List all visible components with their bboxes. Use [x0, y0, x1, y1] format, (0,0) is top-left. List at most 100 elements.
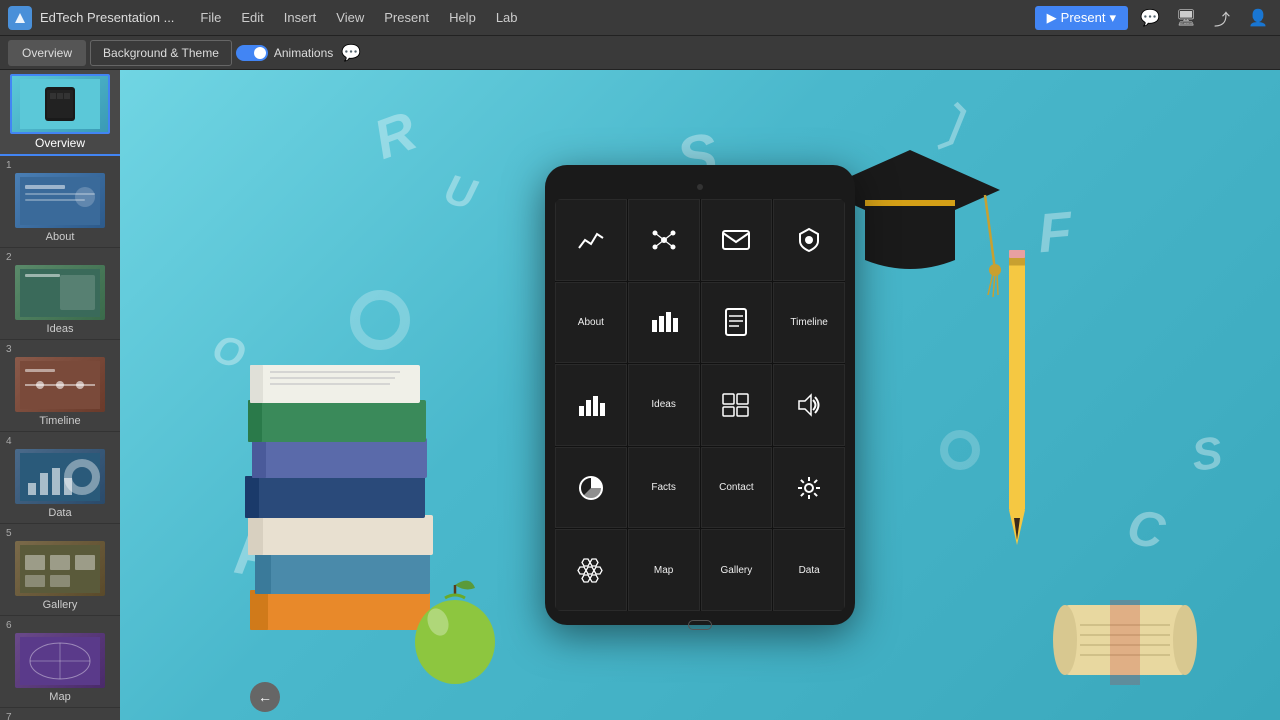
tablet-cell-icon-shield[interactable] — [773, 199, 845, 281]
topbar-right: ▶ Present ▾ 💬 🖥 ⤴ 👤 — [1035, 4, 1272, 32]
tablet-cell-data[interactable]: Data — [773, 529, 845, 611]
tablet-cell-ideas[interactable]: Ideas — [628, 364, 700, 446]
tablet-cell-bar2[interactable] — [555, 364, 627, 446]
overview-thumb — [10, 74, 110, 134]
tablet-facts-label: Facts — [651, 482, 675, 493]
tablet-timeline-label: Timeline — [790, 317, 827, 328]
deco-letter-u: U — [439, 164, 481, 218]
toolbar: Overview Background & Theme Animations 💬 — [0, 36, 1280, 70]
tablet-home-button[interactable] — [688, 620, 712, 630]
tablet-ideas-label: Ideas — [651, 399, 675, 410]
tablet-contact-label: Contact — [719, 482, 753, 493]
deco-ring-2 — [940, 430, 980, 470]
overview-label: Overview — [35, 136, 85, 150]
tablet-cell-icon-chart[interactable] — [555, 199, 627, 281]
slide-num-6: 6 — [6, 620, 12, 631]
sidebar-item-about[interactable]: 1 About — [0, 156, 120, 248]
share-icon[interactable]: ⤴ — [1208, 4, 1236, 32]
menu-insert[interactable]: Insert — [274, 0, 327, 36]
sidebar-item-facts[interactable]: 7 Facts — [0, 708, 120, 720]
tablet-cell-bar[interactable] — [628, 282, 700, 364]
deco-letter-r: R — [365, 98, 424, 172]
animations-toggle[interactable]: Animations — [236, 45, 333, 61]
top-bar: EdTech Presentation ... File Edit Insert… — [0, 0, 1280, 36]
toggle-switch[interactable] — [236, 45, 268, 61]
tablet-data-label: Data — [799, 565, 820, 576]
menu-lab[interactable]: Lab — [486, 0, 528, 36]
present-button[interactable]: ▶ Present ▾ — [1035, 6, 1128, 30]
deco-letter-s-right: S — [1189, 426, 1226, 482]
menu-edit[interactable]: Edit — [231, 0, 273, 36]
tablet-cell-grid[interactable] — [701, 364, 773, 446]
tablet-cell-contact[interactable]: Contact — [701, 447, 773, 529]
slide-num-5: 5 — [6, 528, 12, 539]
sidebar-item-timeline[interactable]: 3 Timeline — [0, 340, 120, 432]
sidebar: Overview 1 About 2 — [0, 70, 120, 720]
tablet-cell-about[interactable]: About — [555, 282, 627, 364]
tab-overview[interactable]: Overview — [8, 40, 86, 66]
animations-label: Animations — [274, 46, 333, 60]
tablet-cell-gear[interactable] — [773, 447, 845, 529]
tab-background[interactable]: Background & Theme — [90, 40, 232, 66]
main-area: Overview 1 About 2 — [0, 70, 1280, 720]
slide-thumb-about — [15, 173, 105, 228]
slide-num-7: 7 — [6, 712, 12, 720]
deco-letter-c: C — [1122, 496, 1169, 560]
slide-label-about: About — [46, 231, 75, 243]
tablet-cell-doc[interactable] — [701, 282, 773, 364]
menu-present[interactable]: Present — [374, 0, 439, 36]
slide-thumb-map — [15, 633, 105, 688]
sidebar-item-data[interactable]: 4 Data — [0, 432, 120, 524]
tablet-device: About — [545, 165, 855, 625]
content-area: R U S 〕 F P R C S O — [120, 70, 1280, 720]
tablet-cell-map[interactable]: Map — [628, 529, 700, 611]
pencil-decoration — [1005, 250, 1025, 530]
tablet-home — [555, 615, 845, 635]
tablet-camera — [697, 184, 703, 190]
slide-thumb-ideas — [15, 265, 105, 320]
back-button[interactable]: ← — [250, 682, 280, 712]
tablet-screen: About — [555, 199, 845, 611]
sidebar-item-gallery[interactable]: 5 Gallery — [0, 524, 120, 616]
user-icon[interactable]: 👤 — [1244, 4, 1272, 32]
tablet-cell-timeline[interactable]: Timeline — [773, 282, 845, 364]
menu-help[interactable]: Help — [439, 0, 486, 36]
slide-label-ideas: Ideas — [47, 323, 74, 335]
tablet-about-label: About — [578, 317, 604, 328]
tablet-cell-icon-network[interactable] — [628, 199, 700, 281]
slide-label-gallery: Gallery — [43, 599, 78, 611]
toolbar-comment-icon[interactable]: 💬 — [341, 43, 361, 63]
tablet-cell-facts[interactable]: Facts — [628, 447, 700, 529]
sidebar-item-ideas[interactable]: 2 Ideas — [0, 248, 120, 340]
apple-decoration — [400, 570, 500, 680]
sidebar-item-overview[interactable]: Overview — [0, 70, 120, 156]
tablet-cell-pie[interactable] — [555, 447, 627, 529]
slide-label-timeline: Timeline — [39, 415, 80, 427]
slide-thumb-data — [15, 449, 105, 504]
diploma-decoration — [1050, 590, 1180, 680]
slide-label-data: Data — [48, 507, 71, 519]
app-logo — [8, 6, 32, 30]
tablet-cell-hexgrid[interactable] — [555, 529, 627, 611]
deco-letter-f: F — [1035, 199, 1074, 266]
slide-num-3: 3 — [6, 344, 12, 355]
tablet-cell-icon-mail[interactable] — [701, 199, 773, 281]
slide-num-2: 2 — [6, 252, 12, 263]
sidebar-item-map[interactable]: 6 Map — [0, 616, 120, 708]
slide-num-1: 1 — [6, 160, 12, 171]
slide-label-map: Map — [49, 691, 70, 703]
slide-thumb-timeline — [15, 357, 105, 412]
menu-file[interactable]: File — [190, 0, 231, 36]
tablet-cell-speaker[interactable] — [773, 364, 845, 446]
menu-view[interactable]: View — [326, 0, 374, 36]
play-icon: ▶ — [1047, 10, 1057, 26]
screen-icon[interactable]: 🖥 — [1172, 4, 1200, 32]
tablet-gallery-label: Gallery — [721, 565, 753, 576]
slide-thumb-gallery — [15, 541, 105, 596]
app-title: EdTech Presentation ... — [40, 10, 174, 25]
chevron-down-icon: ▾ — [1109, 10, 1116, 26]
slide-num-4: 4 — [6, 436, 12, 447]
comments-icon[interactable]: 💬 — [1136, 4, 1164, 32]
tablet-cell-gallery[interactable]: Gallery — [701, 529, 773, 611]
tablet-map-label: Map — [654, 565, 673, 576]
